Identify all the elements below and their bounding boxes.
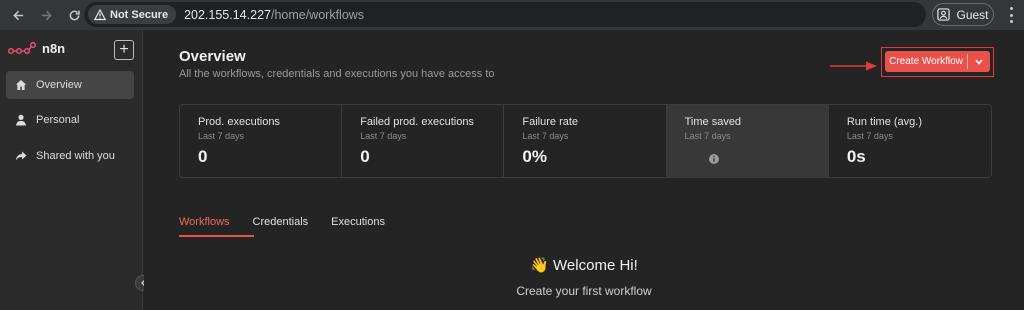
page-subtitle: All the workflows, credentials and execu… (179, 68, 495, 80)
tab-workflows[interactable]: Workflows (179, 216, 230, 234)
overview-tabs: Workflows Credentials Executions (179, 216, 408, 234)
stat-value: 0% (522, 147, 547, 166)
home-icon (15, 80, 27, 90)
brand-name: n8n (42, 41, 66, 56)
stat-label: Failure rate (522, 116, 579, 128)
stat-period: Last 7 days (846, 131, 893, 141)
sidebar-item-shared[interactable]: Shared with you (6, 142, 134, 170)
add-button[interactable]: + (114, 40, 134, 60)
sidebar-item-label: Personal (36, 114, 80, 126)
stat-failure-rate[interactable]: Failure rate Last 7 days 0% (504, 105, 667, 177)
stat-value: 0 (198, 147, 208, 166)
stat-label: Time saved (684, 116, 742, 128)
sidebar-item-label: Shared with you (36, 150, 115, 162)
info-icon[interactable] (708, 154, 719, 164)
active-tab-indicator (179, 235, 254, 237)
welcome-subtitle: Create your first workflow (516, 284, 652, 298)
create-workflow-dropdown[interactable] (968, 59, 990, 65)
back-button[interactable] (4, 1, 32, 29)
stat-period: Last 7 days (684, 131, 731, 141)
tab-credentials[interactable]: Credentials (253, 216, 309, 234)
stat-failed-executions[interactable]: Failed prod. executions Last 7 days 0 (342, 105, 505, 177)
profile-icon (937, 8, 951, 21)
url-text[interactable]: 202.155.14.227/home/workflows (184, 8, 364, 22)
url-host: 202.155.14.227 (184, 7, 271, 22)
stat-label: Prod. executions (198, 116, 280, 128)
browser-toolbar: Not Secure 202.155.14.227/home/workflows… (0, 0, 1024, 30)
reload-icon (69, 10, 80, 20)
security-label: Not Secure (110, 8, 169, 21)
sidebar-item-personal[interactable]: Personal (6, 106, 134, 134)
n8n-logo-icon (8, 41, 36, 54)
profile-button[interactable]: Guest (932, 3, 994, 26)
stat-period: Last 7 days (360, 131, 407, 141)
sidebar: n8n + Overview Personal Shared with you (0, 30, 151, 310)
sidebar-item-label: Overview (36, 79, 82, 91)
stat-period: Last 7 days (198, 131, 245, 141)
stat-label: Failed prod. executions (360, 116, 474, 128)
welcome-title: Welcome Hi! (553, 257, 638, 274)
sidebar-item-overview[interactable]: Overview (6, 71, 134, 99)
page-title: Overview (179, 48, 246, 65)
url-path: /home/workflows (270, 7, 365, 22)
create-workflow-button[interactable]: Create Workflow (885, 51, 990, 72)
warning-icon (94, 8, 106, 20)
annotation-arrow-icon (830, 61, 877, 71)
forward-button[interactable] (32, 1, 60, 29)
main-content: Overview All the workflows, credentials … (144, 30, 1024, 310)
user-icon (16, 114, 26, 126)
arrow-right-icon (41, 10, 52, 20)
brand-logo[interactable]: n8n (8, 41, 65, 56)
browser-menu-button[interactable] (1004, 7, 1018, 23)
wave-emoji: 👋 (530, 257, 549, 274)
profile-label: Guest (956, 7, 989, 22)
stat-prod-executions[interactable]: Prod. executions Last 7 days 0 (180, 105, 343, 177)
chevron-down-icon (975, 59, 983, 65)
tab-executions[interactable]: Executions (331, 216, 385, 234)
stat-label: Run time (avg.) (846, 116, 923, 128)
stat-time-saved[interactable]: Time saved Last 7 days (666, 105, 829, 177)
security-indicator[interactable]: Not Secure (88, 5, 177, 24)
stat-value: 0s (846, 147, 866, 166)
insights-summary: Prod. executions Last 7 days 0 Failed pr… (179, 104, 992, 178)
address-bar[interactable]: Not Secure 202.155.14.227/home/workflows (84, 2, 926, 27)
arrow-left-icon (12, 10, 23, 20)
stat-value: 0 (360, 147, 370, 166)
annotation-highlight-box: Create Workflow (881, 47, 994, 77)
welcome-heading: 👋 Welcome Hi! (144, 256, 1024, 274)
stat-period: Last 7 days (522, 131, 569, 141)
share-icon (15, 151, 27, 161)
stat-run-time[interactable]: Run time (avg.) Last 7 days 0s (829, 105, 991, 177)
create-workflow-label: Create Workflow (889, 56, 963, 67)
